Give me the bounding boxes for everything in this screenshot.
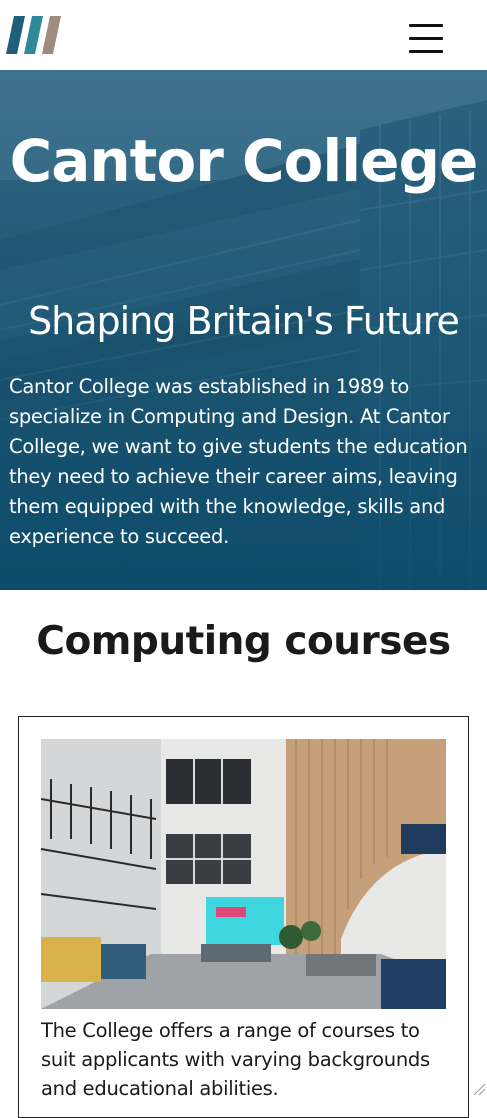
course-card-description: The College offers a range of courses to… <box>41 1019 430 1100</box>
resize-grip-icon[interactable] <box>472 1082 486 1096</box>
computing-courses-heading: Computing courses <box>36 619 451 664</box>
college-logo[interactable] <box>6 16 70 54</box>
hero-description: Cantor College was established in 1989 t… <box>9 375 468 548</box>
hero-subtitle: Shaping Britain's Future <box>28 299 460 343</box>
hamburger-menu-icon[interactable] <box>406 20 446 58</box>
site-header <box>0 0 487 70</box>
logo-stripes-icon <box>6 16 61 54</box>
page-title: Cantor College <box>9 127 479 195</box>
atrium-photo <box>41 739 446 1009</box>
hero-banner: Cantor College Shaping Britain's Future … <box>0 70 487 590</box>
course-card: The College offers a range of courses to… <box>18 716 469 1118</box>
